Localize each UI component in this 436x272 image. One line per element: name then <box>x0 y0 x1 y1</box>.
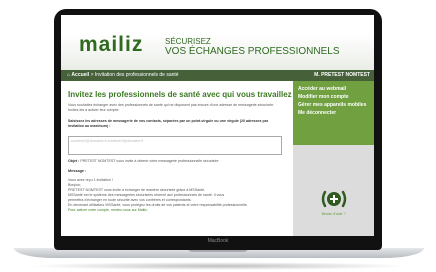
message-line: Bonjour, <box>68 183 82 187</box>
breadcrumb-separator: > <box>90 72 94 78</box>
tagline-line-2: VOS ÉCHANGES PROFESSIONNELS <box>165 46 340 57</box>
intro-text: Vous souhaitez échanger avec des profess… <box>68 103 275 112</box>
add-device-icon[interactable] <box>320 189 348 209</box>
tagline-line-1: SÉCURISEZ <box>165 37 211 46</box>
menu-item-devices[interactable]: Gérer mes appareils mobiles <box>298 102 366 108</box>
page-title: Invitez les professionnels de santé avec… <box>68 90 292 99</box>
breadcrumb-home[interactable]: Accueil <box>71 72 89 78</box>
object-label: Objet : <box>68 159 80 163</box>
message-line: PRETEST NOMTEST vous invite à échanger d… <box>68 188 206 192</box>
laptop-brand-label: MacBook <box>207 238 229 244</box>
breadcrumb-current: Invitation des professionnels de santé <box>94 72 179 78</box>
add-device-label[interactable]: Besoin d'aide ? <box>293 212 374 216</box>
tagline: SÉCURISEZ VOS ÉCHANGES PROFESSIONNELS <box>165 37 340 57</box>
message-line: Vous avez reçu 1 invitation ! <box>68 178 113 182</box>
object-row: Objet : PRETEST NOMTEST vous invite à ob… <box>68 159 283 164</box>
message-line: permettra d'échanger en toute sécurité a… <box>68 198 192 202</box>
laptop-shadow <box>26 262 412 270</box>
menu-item-account[interactable]: Modifier mon compte <box>298 94 349 100</box>
instruction-text: Saisissez les adresses de messagerie de … <box>68 119 269 128</box>
addresses-placeholder: confrere1@domaine.fr;confrere2@domaine.f… <box>71 139 144 143</box>
screen: mailiz SÉCURISEZ VOS ÉCHANGES PROFESSION… <box>61 15 374 236</box>
message-line: En devenant utilisateur MSSanté, vous pr… <box>68 203 248 207</box>
user-name: M. PRETEST NOMTEST <box>314 72 370 78</box>
message-line: MSSanté est le système des messageries s… <box>68 193 225 197</box>
message-label: Message : <box>68 169 87 173</box>
breadcrumb: ⌂ Accueil > Invitation des professionnel… <box>67 72 179 78</box>
menu-item-webmail[interactable]: Accéder au webmail <box>298 86 346 92</box>
menu-item-logout[interactable]: Me déconnecter <box>298 110 336 116</box>
home-icon[interactable]: ⌂ <box>67 72 70 78</box>
logo[interactable]: mailiz <box>79 33 143 57</box>
message-line: Pour activer votre compte, rendez-vous s… <box>68 208 148 212</box>
object-value: PRETEST NOMTEST vous invite à obtenir vo… <box>80 159 219 163</box>
